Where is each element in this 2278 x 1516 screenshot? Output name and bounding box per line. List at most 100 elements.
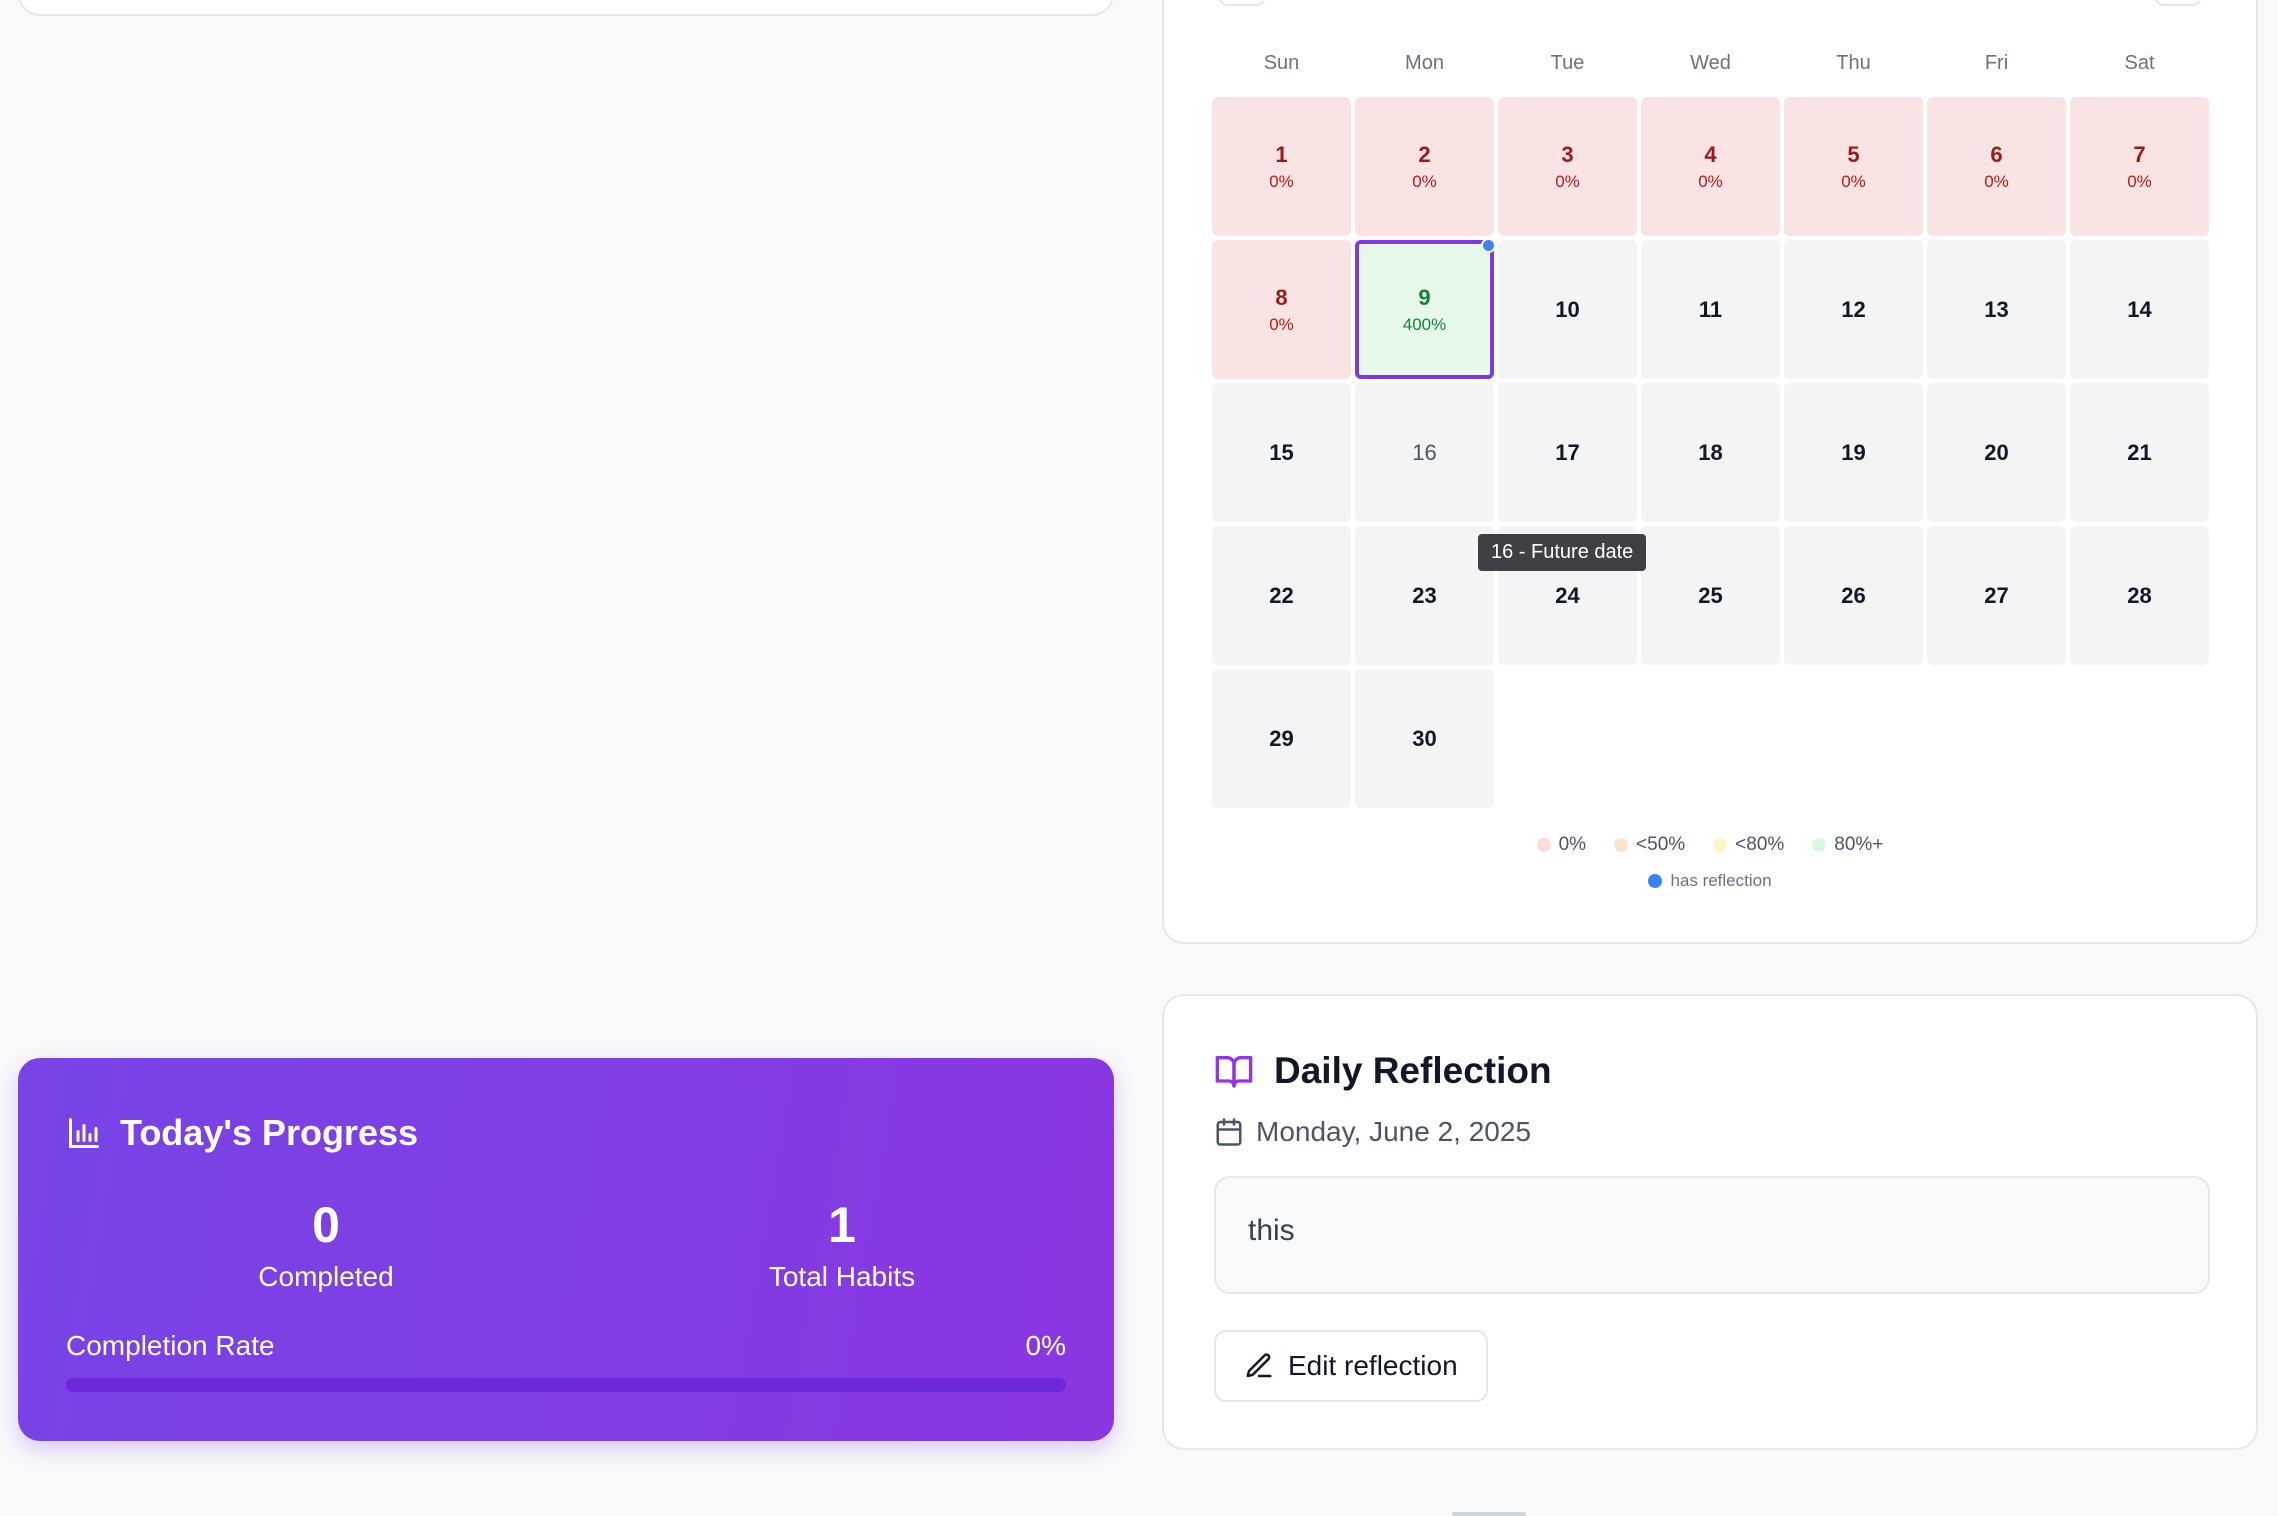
- calendar-day-20[interactable]: 20: [1927, 383, 2066, 522]
- calendar-day-13[interactable]: 13: [1927, 240, 2066, 379]
- weekday-label: Wed: [1690, 52, 1731, 74]
- weekday-label: Thu: [1836, 52, 1871, 74]
- calendar-day-15[interactable]: 15: [1212, 383, 1351, 522]
- day-completion-percent: 0%: [1984, 171, 2009, 191]
- calendar-next-button[interactable]: [2154, 0, 2202, 6]
- day-completion-percent: 0%: [1269, 171, 1294, 191]
- legend-swatch-icon: [1614, 838, 1629, 852]
- legend-item: <50%: [1614, 834, 1685, 856]
- calendar-day-5[interactable]: 5 0%: [1784, 97, 1923, 236]
- calendar-day-8[interactable]: 8 0%: [1212, 240, 1351, 379]
- day-number: 15: [1269, 439, 1294, 465]
- calendar-day-14[interactable]: 14: [2070, 240, 2209, 379]
- calendar-legend-reflection: has reflection: [1212, 871, 2208, 891]
- calendar-day-12[interactable]: 12: [1784, 240, 1923, 379]
- calendar-day-28[interactable]: 28: [2070, 526, 2209, 665]
- day-number: 12: [1841, 296, 1866, 322]
- edit-reflection-button[interactable]: Edit reflection: [1214, 1330, 1488, 1402]
- stat-total-label: Total Habits: [768, 1261, 916, 1292]
- legend-label: has reflection: [1670, 871, 1772, 890]
- top-card: [18, 0, 1114, 16]
- calendar-day-27[interactable]: 27: [1927, 526, 2066, 665]
- day-number: 23: [1412, 582, 1437, 608]
- stat-total-habits: 1 Total Habits: [652, 1198, 1032, 1293]
- legend-item-reflection: has reflection: [1648, 871, 1772, 891]
- reflection-title: Daily Reflection: [1214, 1050, 1552, 1092]
- calendar-weekday-header: Sun Mon Tue Wed Thu Fri Sat: [1212, 52, 2208, 75]
- completion-progress-bar: [66, 1378, 1066, 1392]
- day-number: 8: [1275, 284, 1288, 310]
- day-number: 19: [1841, 439, 1866, 465]
- day-number: 3: [1561, 141, 1574, 167]
- calendar-day-26[interactable]: 26: [1784, 526, 1923, 665]
- day-number: 26: [1841, 582, 1866, 608]
- calendar-day-6[interactable]: 6 0%: [1927, 97, 2066, 236]
- day-number: 5: [1847, 141, 1860, 167]
- calendar-day-7[interactable]: 7 0%: [2070, 97, 2209, 236]
- day-number: 6: [1990, 141, 2003, 167]
- stat-completed-label: Completed: [258, 1261, 394, 1292]
- calendar-day-11[interactable]: 11: [1641, 240, 1780, 379]
- weekday-label: Fri: [1984, 52, 2009, 74]
- day-number: 20: [1984, 439, 2009, 465]
- calendar-day-17[interactable]: 17: [1498, 383, 1637, 522]
- day-completion-percent: 0%: [2127, 171, 2152, 191]
- calendar-day-2[interactable]: 2 0%: [1355, 97, 1494, 236]
- calendar-day-4[interactable]: 4 0%: [1641, 97, 1780, 236]
- edit-reflection-label: Edit reflection: [1288, 1350, 1458, 1381]
- todays-progress-card: Today's Progress 0 Completed 1 Total Hab…: [18, 1058, 1114, 1441]
- progress-title-text: Today's Progress: [120, 1112, 419, 1153]
- stat-completed: 0 Completed: [136, 1198, 516, 1293]
- legend-item: <80%: [1713, 834, 1784, 856]
- calendar-icon: [1216, 1118, 1242, 1146]
- calendar-day-30[interactable]: 30: [1355, 669, 1494, 808]
- day-number: 13: [1984, 296, 2009, 322]
- day-number: 14: [2127, 296, 2152, 322]
- day-completion-percent: 0%: [1841, 171, 1866, 191]
- day-completion-percent: 0%: [1698, 171, 1723, 191]
- legend-item: 80%+: [1812, 834, 1883, 856]
- stat-completed-value: 0: [312, 1197, 340, 1253]
- completion-rate-value: 0%: [1025, 1330, 1066, 1361]
- calendar-day-22[interactable]: 22: [1212, 526, 1351, 665]
- day-number: 28: [2127, 582, 2152, 608]
- stat-total-value: 1: [828, 1197, 856, 1253]
- day-number: 21: [2127, 439, 2152, 465]
- calendar-day-3[interactable]: 3 0%: [1498, 97, 1637, 236]
- calendar-day-10[interactable]: 10: [1498, 240, 1637, 379]
- day-number: 10: [1555, 296, 1580, 322]
- legend-item: 0%: [1536, 834, 1587, 856]
- calendar-day-1[interactable]: 1 0%: [1212, 97, 1351, 236]
- scroll-indicator: [1452, 1512, 1526, 1516]
- legend-label: <80%: [1735, 834, 1785, 855]
- legend-label: 0%: [1558, 834, 1587, 855]
- calendar-day-9[interactable]: 9 400%: [1355, 238, 1496, 379]
- calendar-grid: 1 0% 2 0% 3 0% 4 0% 5 0% 6 0% 7 0% 8 0% 9 400% 10 11 12 13 14 1…: [1212, 97, 2209, 808]
- day-number: 4: [1704, 141, 1717, 167]
- reflection-title-text: Daily Reflection: [1274, 1050, 1552, 1091]
- pencil-icon: [1246, 1353, 1272, 1378]
- reflection-dot-icon: [1481, 238, 1496, 253]
- calendar-prev-button[interactable]: [1218, 0, 1266, 6]
- calendar-day-21[interactable]: 21: [2070, 383, 2209, 522]
- day-completion-percent: 0%: [1555, 171, 1580, 191]
- daily-reflection-card: Daily Reflection Monday, June 2, 2025 th…: [1162, 994, 2258, 1450]
- reflection-text: this: [1214, 1176, 2210, 1294]
- book-open-icon: [1215, 1056, 1253, 1088]
- calendar-day-18[interactable]: 18: [1641, 383, 1780, 522]
- legend-label: 80%+: [1834, 834, 1884, 855]
- day-number: 25: [1698, 582, 1723, 608]
- calendar-tooltip: 16 - Future date: [1478, 534, 1647, 571]
- day-number: 2: [1418, 141, 1431, 167]
- day-number: 29: [1269, 725, 1294, 751]
- weekday-label: Tue: [1550, 52, 1585, 74]
- calendar-day-16[interactable]: 16: [1355, 383, 1494, 522]
- day-number: 30: [1412, 725, 1437, 751]
- calendar-day-29[interactable]: 29: [1212, 669, 1351, 808]
- calendar-day-19[interactable]: 19: [1784, 383, 1923, 522]
- calendar-day-23[interactable]: 23: [1355, 526, 1494, 665]
- legend-label: <50%: [1636, 834, 1686, 855]
- reflection-date-text: Monday, June 2, 2025: [1256, 1116, 1532, 1147]
- calendar-day-25[interactable]: 25: [1641, 526, 1780, 665]
- completion-rate-label: Completion Rate: [66, 1330, 275, 1361]
